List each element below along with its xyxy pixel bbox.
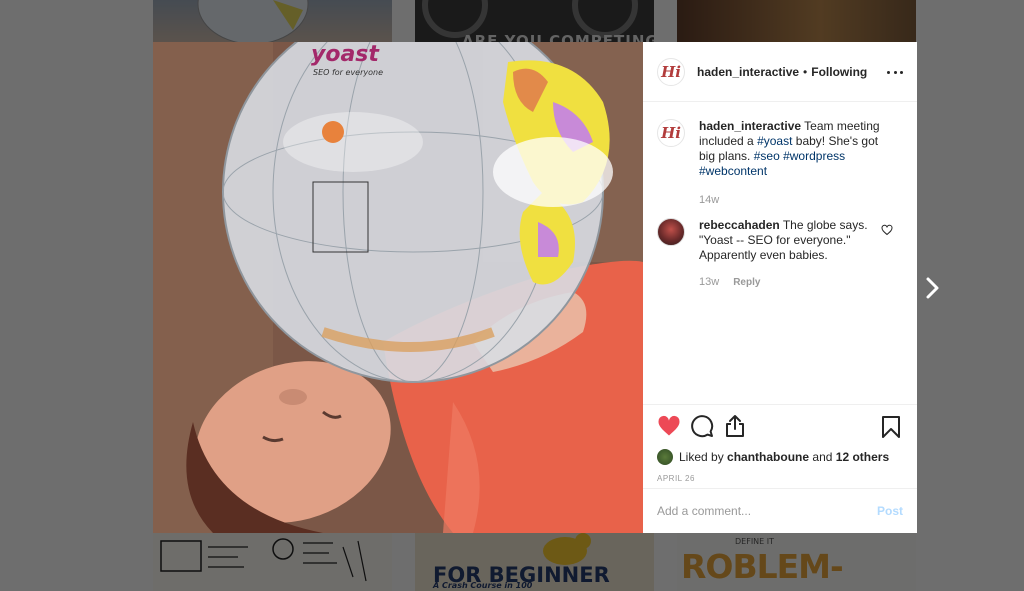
avatar-logo: Hi xyxy=(661,62,681,81)
post-author-username[interactable]: haden_interactive xyxy=(697,65,799,79)
comment-age[interactable]: 13w xyxy=(699,275,719,290)
chevron-right-icon[interactable] xyxy=(924,276,942,300)
caption-age[interactable]: 14w xyxy=(699,193,719,208)
hashtag-link[interactable]: #yoast xyxy=(757,134,792,148)
comment-icon[interactable] xyxy=(690,414,714,438)
post-photo[interactable]: yoast SEO for everyone xyxy=(153,42,643,533)
comment-input[interactable] xyxy=(657,504,877,518)
background-thumbnail xyxy=(153,533,392,591)
caption-username[interactable]: haden_interactive xyxy=(699,119,801,133)
tile-subtitle: A Crash Course in 100 xyxy=(433,581,533,590)
post-date[interactable]: APRIL 26 xyxy=(657,474,903,483)
caption-comment: Hi haden_interactive Team meeting includ… xyxy=(657,119,903,208)
comment-username[interactable]: rebeccahaden xyxy=(699,218,780,232)
heart-icon[interactable] xyxy=(657,414,681,438)
hashtag-link[interactable]: #webcontent xyxy=(699,164,767,178)
hashtag-link[interactable]: #wordpress xyxy=(783,149,845,163)
reply-button[interactable]: Reply xyxy=(733,275,760,290)
liker-avatar[interactable] xyxy=(657,449,673,465)
tile-caption: DEFINE IT xyxy=(735,537,775,546)
avatar[interactable] xyxy=(657,218,685,246)
avatar-logo: Hi xyxy=(661,124,681,142)
comment-heart-icon[interactable] xyxy=(881,224,893,236)
following-button[interactable]: Following xyxy=(811,65,867,79)
background-thumbnail: DEFINE IT ROBLEM- xyxy=(677,533,916,591)
tile-headline: ARE YOU COMPETING xyxy=(462,32,654,42)
hashtag-link[interactable]: #seo xyxy=(754,149,780,163)
comment-item: rebeccahaden The globe says. "Yoast -- S… xyxy=(657,218,903,290)
post-comment-button[interactable]: Post xyxy=(877,504,903,518)
globe-brand: yoast xyxy=(311,42,379,67)
background-thumbnail xyxy=(153,0,392,42)
post-actions: Liked by chanthaboune and 12 others APRI… xyxy=(643,404,917,488)
add-comment-bar: Post xyxy=(643,488,917,533)
globe-thumbnail-graphic xyxy=(197,0,309,42)
likes-and: and xyxy=(812,450,833,464)
globe-tagline: SEO for everyone xyxy=(313,68,384,77)
background-thumbnail xyxy=(677,0,916,42)
share-icon[interactable] xyxy=(723,414,747,438)
post-details-panel: Hi haden_interactive • Following Hi hade… xyxy=(643,42,917,533)
likes-summary: Liked by chanthaboune and 12 others xyxy=(657,449,903,465)
avatar[interactable]: Hi xyxy=(657,119,685,147)
background-thumbnail: FOR BEGINNER A Crash Course in 100 xyxy=(415,533,654,591)
avatar[interactable]: Hi xyxy=(657,57,685,86)
liker-username[interactable]: chanthaboune xyxy=(727,450,809,464)
comments-list[interactable]: Hi haden_interactive Team meeting includ… xyxy=(643,103,917,403)
separator-dot: • xyxy=(803,64,808,79)
likes-prefix: Liked by xyxy=(679,450,724,464)
post-header: Hi haden_interactive • Following xyxy=(643,42,917,102)
baby-with-globe-photo xyxy=(153,42,643,533)
tile-headline: ROBLEM- xyxy=(681,547,844,586)
whiteboard-sketch-graphic xyxy=(160,538,367,582)
more-options-icon[interactable] xyxy=(887,62,903,82)
likes-others-link[interactable]: 12 others xyxy=(836,450,889,464)
bookmark-icon[interactable] xyxy=(879,415,903,439)
background-thumbnail: ARE YOU COMPETING xyxy=(415,0,654,42)
